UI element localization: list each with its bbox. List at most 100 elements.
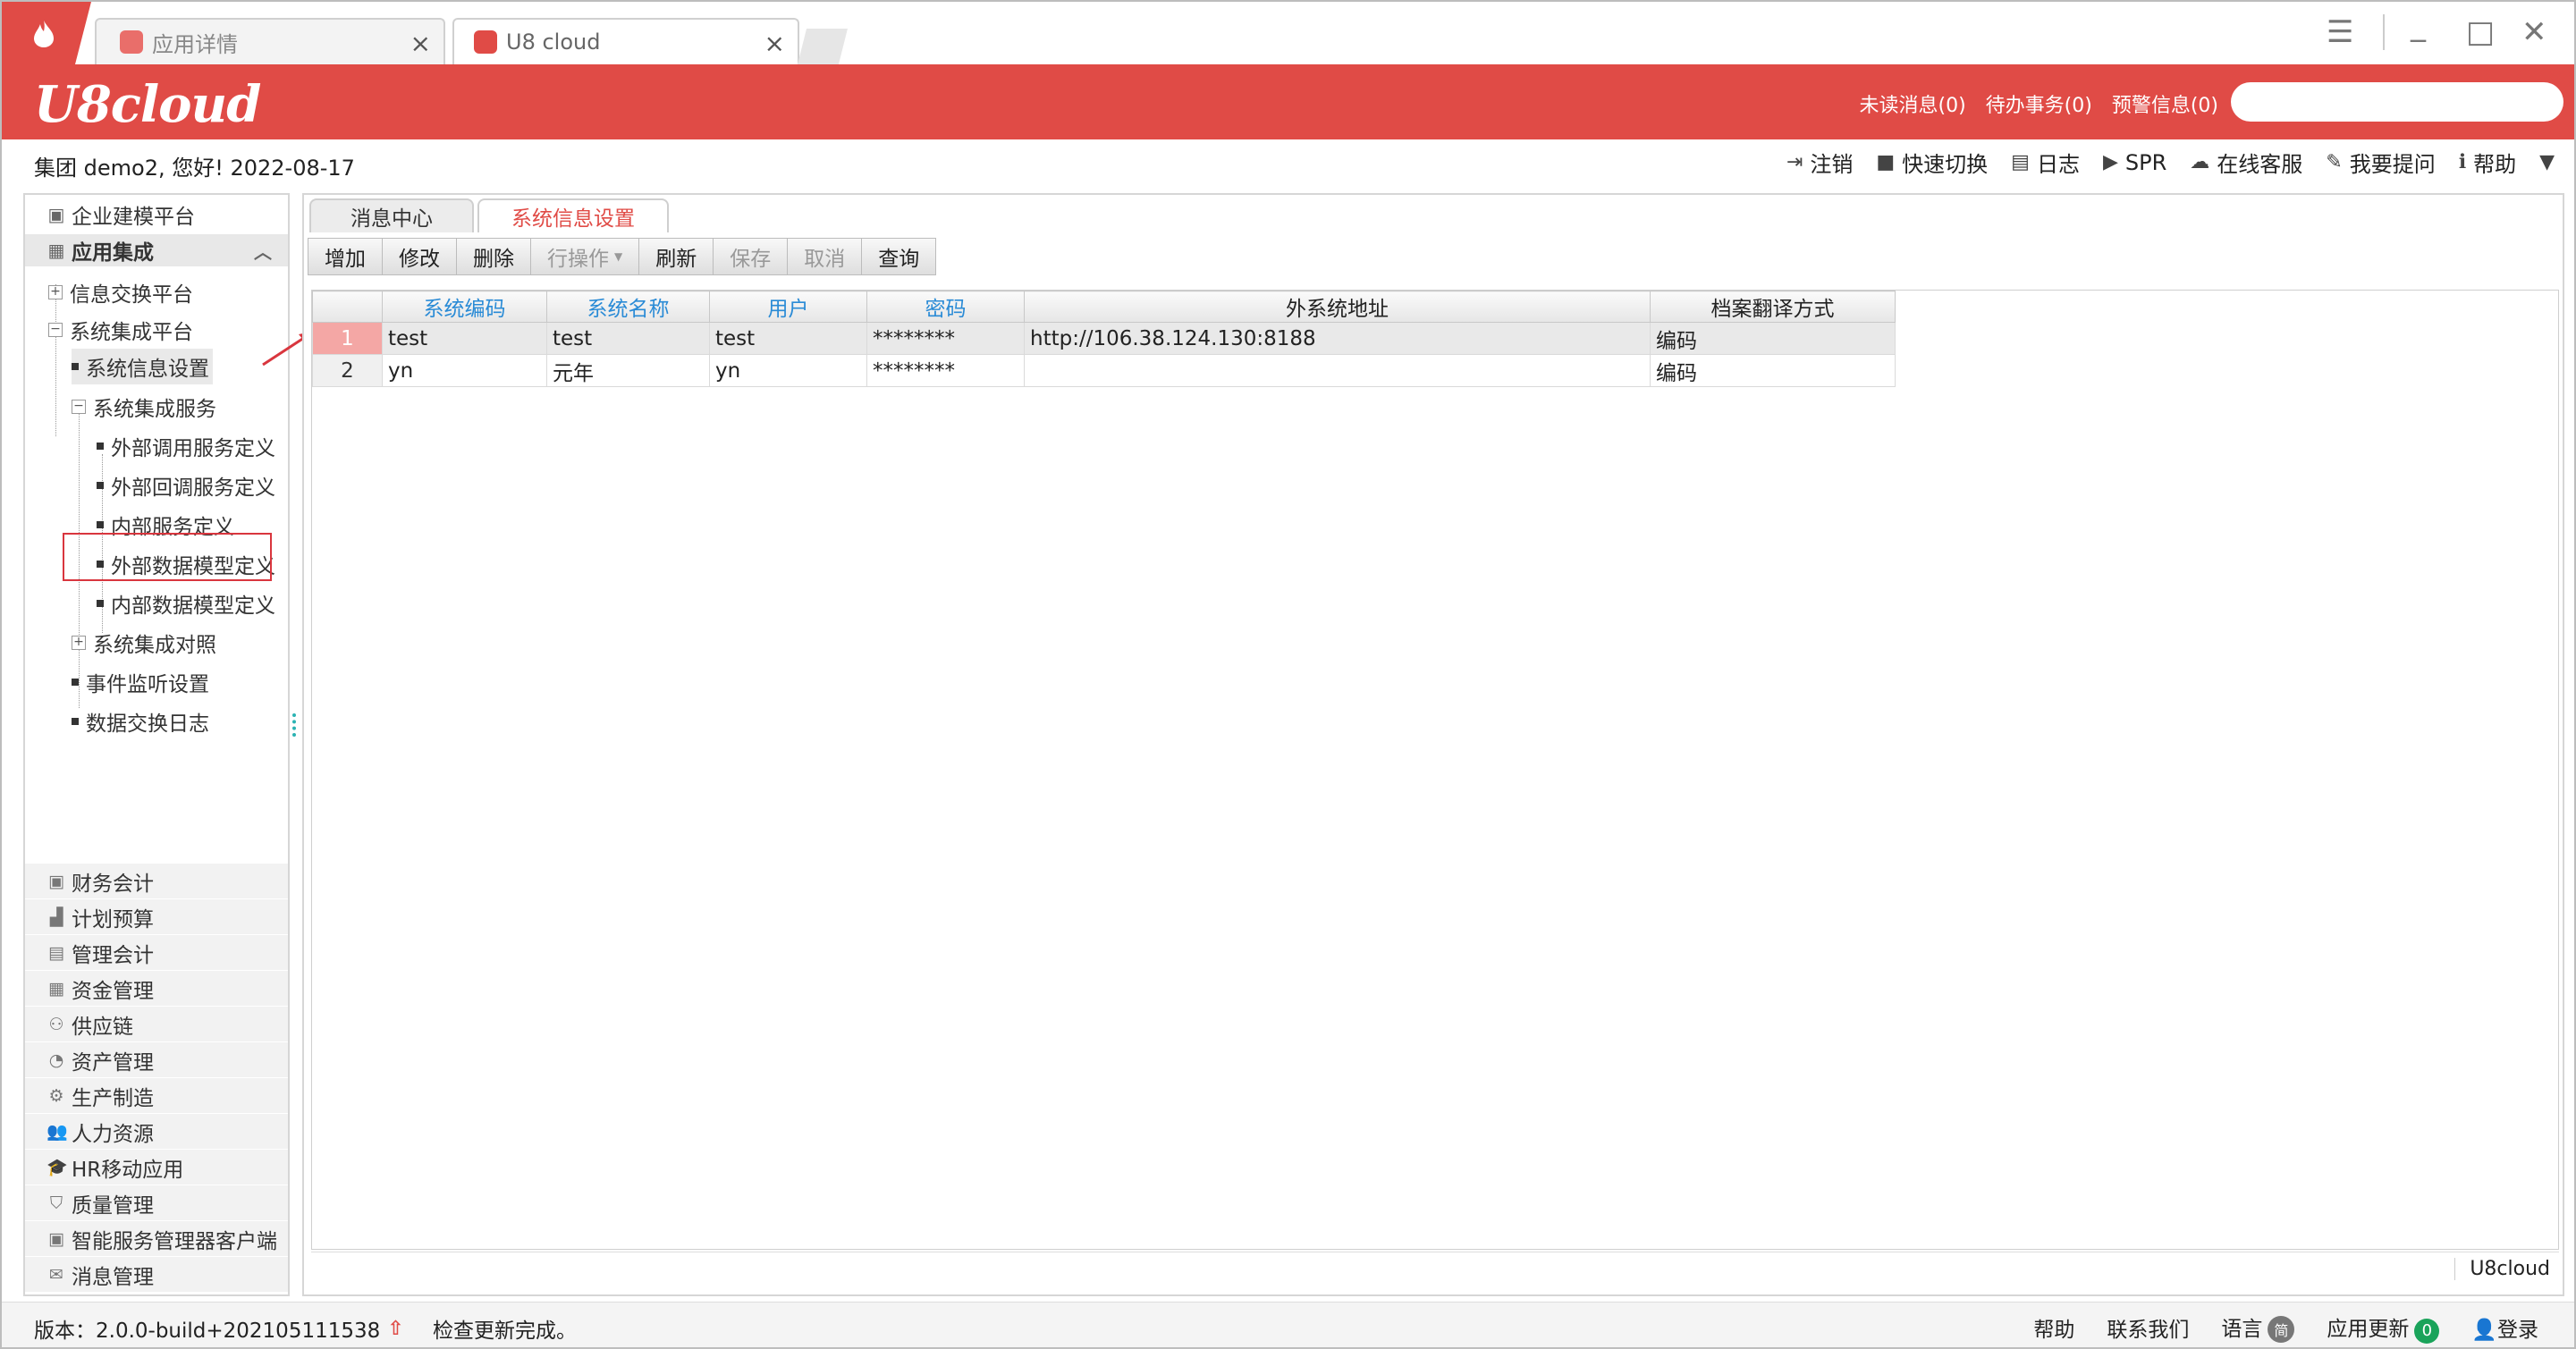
- module-messages[interactable]: ✉ 消息管理: [25, 1257, 288, 1293]
- table-cell[interactable]: test: [709, 322, 867, 355]
- sidebar-item-info-exchange[interactable]: + 信息交换平台: [48, 277, 193, 308]
- spr-button[interactable]: ▶ SPR: [2103, 150, 2166, 175]
- column-header[interactable]: 用户: [709, 291, 867, 323]
- app-update-button[interactable]: 应用更新 0: [2327, 1311, 2440, 1344]
- module-smart-service[interactable]: ▣ 智能服务管理器客户端: [25, 1221, 288, 1257]
- module-label: 管理会计: [72, 943, 154, 967]
- unread-messages-link[interactable]: 未读消息(0): [1859, 89, 1965, 118]
- app-window: 应用详情 × U8 cloud × ☰ _ □ ✕ U8cloud 未读消息(0…: [0, 0, 2576, 1349]
- column-header[interactable]: 系统名称: [546, 291, 710, 323]
- sidebar-item-sys-services[interactable]: − 系统集成服务: [72, 392, 216, 422]
- module-assets[interactable]: ◔ 资产管理: [25, 1042, 288, 1078]
- module-supply-chain[interactable]: ⚇ 供应链: [25, 1007, 288, 1042]
- column-header[interactable]: 系统编码: [382, 291, 547, 323]
- save-button[interactable]: 保存: [713, 238, 789, 275]
- table-cell[interactable]: http://106.38.124.130:8188: [1024, 322, 1651, 355]
- gear-icon: ⚙: [48, 1085, 64, 1106]
- query-button[interactable]: 查询: [861, 238, 937, 275]
- table-cell[interactable]: 编码: [1650, 322, 1896, 355]
- log-button[interactable]: ▤ 日志: [2011, 147, 2080, 178]
- close-icon[interactable]: ×: [410, 29, 431, 58]
- bullet-icon: [72, 679, 79, 686]
- sidebar-item-ext-call[interactable]: 外部调用服务定义: [97, 431, 275, 461]
- help-button[interactable]: ℹ 帮助: [2459, 147, 2516, 178]
- bullet-icon: [97, 443, 104, 450]
- table-cell[interactable]: [1024, 354, 1651, 387]
- edit-button[interactable]: 修改: [382, 238, 457, 275]
- more-dropdown[interactable]: ▼: [2539, 151, 2555, 173]
- login-button[interactable]: 👤登录: [2471, 1312, 2538, 1343]
- table-cell[interactable]: 元年: [546, 354, 710, 387]
- module-hr-mobile[interactable]: 🎓 HR移动应用: [25, 1150, 288, 1185]
- module-manufacturing[interactable]: ⚙ 生产制造: [25, 1078, 288, 1114]
- module-hr[interactable]: 👥 人力资源: [25, 1114, 288, 1150]
- expand-icon[interactable]: +: [72, 636, 86, 650]
- module-treasury[interactable]: ▦ 资金管理: [25, 971, 288, 1007]
- integration-icon: ▦: [47, 240, 65, 261]
- new-tab-button[interactable]: [798, 29, 848, 64]
- column-header[interactable]: 密码: [866, 291, 1025, 323]
- sidebar-item-sys-info-settings[interactable]: 系统信息设置: [72, 349, 213, 384]
- table-row[interactable]: 1 test test test ******** http://106.38.…: [312, 322, 1896, 355]
- module-finance[interactable]: ▣ 财务会计: [25, 864, 288, 899]
- sidebar-group-app-integration[interactable]: ▦ 应用集成 ︿: [25, 234, 288, 266]
- browser-tab-u8cloud[interactable]: U8 cloud ×: [452, 18, 799, 64]
- module-budget[interactable]: ▟ 计划预算: [25, 899, 288, 935]
- sidebar-item-enterprise-modeling[interactable]: ▣ 企业建模平台: [46, 200, 195, 229]
- minimize-icon[interactable]: _: [2411, 7, 2426, 43]
- add-button[interactable]: 增加: [308, 238, 383, 275]
- table-cell[interactable]: ********: [866, 354, 1025, 387]
- collapse-icon[interactable]: −: [72, 400, 86, 414]
- upload-arrow-icon[interactable]: ⇧: [387, 1318, 403, 1340]
- sidebar-item-ext-callback[interactable]: 外部回调服务定义: [97, 470, 275, 501]
- table-cell[interactable]: 编码: [1650, 354, 1896, 387]
- contact-link[interactable]: 联系我们: [2107, 1312, 2189, 1343]
- close-icon[interactable]: ×: [764, 29, 785, 58]
- module-quality[interactable]: ⛉ 质量管理: [25, 1185, 288, 1221]
- help-link[interactable]: 帮助: [2033, 1312, 2074, 1343]
- alerts-link[interactable]: 预警信息(0): [2112, 89, 2218, 118]
- sidebar-item-sys-mapping[interactable]: + 系统集成对照: [72, 628, 216, 658]
- ask-question-button[interactable]: ✎ 我要提问: [2326, 147, 2435, 178]
- maximize-icon[interactable]: □: [2466, 14, 2495, 50]
- navigation-tree: ▣ 企业建模平台 ▦ 应用集成 ︿ + 信息交换平台 − 系统集成平台 系统信息…: [25, 195, 288, 864]
- chevron-up-icon[interactable]: ︿: [254, 238, 272, 264]
- table-cell[interactable]: yn: [709, 354, 867, 387]
- table-cell[interactable]: test: [382, 322, 547, 355]
- browser-tab-app-details[interactable]: 应用详情 ×: [95, 18, 445, 64]
- close-window-icon[interactable]: ✕: [2521, 14, 2547, 50]
- tab-message-center[interactable]: 消息中心: [309, 198, 474, 232]
- sidebar-item-int-data-model[interactable]: 内部数据模型定义: [97, 588, 275, 619]
- online-service-button[interactable]: ☁ 在线客服: [2190, 147, 2302, 178]
- quick-switch-button[interactable]: ■ 快速切换: [1876, 147, 1988, 178]
- pending-tasks-link[interactable]: 待办事务(0): [1986, 89, 2092, 118]
- sidebar-item-sys-integration[interactable]: − 系统集成平台: [48, 315, 193, 345]
- sidebar-item-event-listener[interactable]: 事件监听设置: [72, 667, 209, 697]
- expand-icon[interactable]: +: [48, 285, 63, 299]
- app-logo-tab[interactable]: [2, 2, 91, 64]
- column-header[interactable]: 外系统地址: [1024, 291, 1651, 323]
- menu-icon[interactable]: ☰: [2327, 14, 2353, 50]
- tab-label: 消息中心: [351, 207, 433, 231]
- module-management-accounting[interactable]: ▤ 管理会计: [25, 935, 288, 971]
- tab-sys-info-settings[interactable]: 系统信息设置: [477, 198, 669, 232]
- language-switch[interactable]: 语言简: [2221, 1311, 2295, 1344]
- sidebar-item-data-log[interactable]: 数据交换日志: [72, 706, 209, 737]
- delete-button[interactable]: 删除: [456, 238, 531, 275]
- search-input[interactable]: [2231, 82, 2563, 122]
- table-cell[interactable]: yn: [382, 354, 547, 387]
- table-cell[interactable]: test: [546, 322, 710, 355]
- tab-label: 系统信息设置: [511, 207, 635, 231]
- logout-button[interactable]: ⇥ 注销: [1786, 147, 1853, 178]
- column-header[interactable]: 档案翻译方式: [1650, 291, 1896, 323]
- collapse-icon[interactable]: −: [48, 323, 63, 337]
- update-count-badge: 0: [2414, 1318, 2440, 1344]
- table-cell[interactable]: ********: [866, 322, 1025, 355]
- cancel-button[interactable]: 取消: [787, 238, 863, 275]
- system-info-table: 系统编码 系统名称 用户 密码 外系统地址 档案翻译方式 1 test test…: [312, 291, 1896, 387]
- refresh-button[interactable]: 刷新: [638, 238, 714, 275]
- row-operation-button[interactable]: 行操作 ▼: [530, 238, 640, 275]
- splitter-handle[interactable]: [292, 713, 296, 737]
- table-row[interactable]: 2 yn 元年 yn ******** 编码: [312, 354, 1896, 387]
- language-badge: 简: [2268, 1316, 2295, 1344]
